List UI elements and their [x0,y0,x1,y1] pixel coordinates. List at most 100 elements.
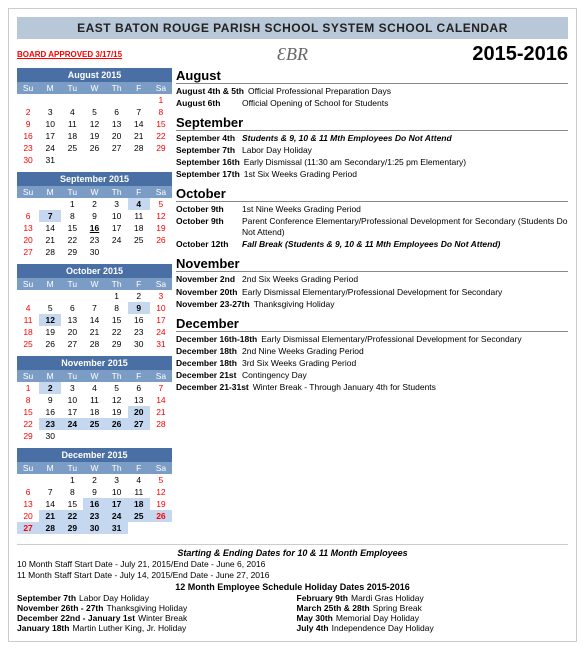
date-cell [128,246,150,258]
date-cell: 26 [106,418,128,430]
date-cell: 8 [17,394,39,406]
date-cell: 2 [83,198,105,210]
col-tu: Tu [61,462,83,474]
date-cell: 3 [39,106,61,118]
date-cell: 6 [106,106,128,118]
september-label: September [176,115,568,131]
staff-row-1: 10 Month Staff Start Date - July 21, 201… [17,559,568,569]
date-cell [61,430,83,442]
date-cell: 4 [128,474,150,486]
holiday-date: February 9th [297,593,349,603]
page-container: EAST BATON ROUGE PARISH SCHOOL SYSTEM SC… [8,8,577,642]
col-th: Th [106,186,128,198]
event-date: September 16th [176,157,240,168]
calendars-column: August 2015 Su M Tu W Th F Sa [17,68,172,540]
date-cell: 17 [106,222,128,234]
col-tu: Tu [61,370,83,382]
date-cell [128,522,150,534]
date-cell: 30 [83,522,105,534]
col-su: Su [17,278,39,290]
date-cell: 14 [39,498,61,510]
col-f: F [128,186,150,198]
date-cell: 2 [17,106,39,118]
october-header: October 2015 [17,264,172,278]
date-cell [106,154,128,166]
event-item: September 17th 1st Six Weeks Grading Per… [176,169,568,180]
date-cell: 28 [39,246,61,258]
date-cell: 2 [39,382,61,394]
date-cell: 9 [128,302,150,314]
event-desc: 1st Nine Weeks Grading Period [242,204,568,215]
date-cell: 22 [61,510,83,522]
holiday-name: Thanksgiving Holiday [106,603,187,613]
event-date: December 21-31st [176,382,249,393]
footer-section: Starting & Ending Dates for 10 & 11 Mont… [17,544,568,633]
date-cell [61,154,83,166]
event-item: November 2nd 2nd Six Weeks Grading Perio… [176,274,568,285]
december-label: December [176,316,568,332]
august-calendar: August 2015 Su M Tu W Th F Sa [17,68,172,166]
date-cell: 16 [128,314,150,326]
col-f: F [128,278,150,290]
header-row: BOARD APPROVED 3/17/15 ƐΒR 2015-2016 [17,43,568,66]
event-item: December 21-31st Winter Break - Through … [176,382,568,393]
date-cell: 8 [150,106,172,118]
date-cell: 18 [61,130,83,142]
date-cell: 24 [106,234,128,246]
date-cell [150,522,172,534]
event-date: August 6th [176,98,238,109]
date-cell: 7 [39,486,61,498]
date-cell: 22 [61,234,83,246]
date-cell [83,154,105,166]
event-date: September 7th [176,145,238,156]
september-table: Su M Tu W Th F Sa 1 2 3 4 [17,186,172,258]
date-cell: 27 [61,338,83,350]
event-desc: Winter Break - Through January 4th for S… [253,382,568,393]
date-cell: 19 [83,130,105,142]
holiday-name: Memorial Day Holiday [336,613,419,623]
event-date: September 4th [176,133,238,144]
date-cell: 15 [106,314,128,326]
holidays-title: 12 Month Employee Schedule Holiday Dates… [17,582,568,592]
events-column: August August 4th & 5th Official Profess… [176,68,568,540]
date-cell: 25 [83,418,105,430]
holiday-item: November 26th - 27th Thanksgiving Holida… [17,603,289,613]
date-cell: 26 [83,142,105,154]
date-cell: 17 [39,130,61,142]
event-date: October 9th [176,204,238,215]
event-desc: Labor Day Holiday [242,145,568,156]
col-w: W [83,278,105,290]
date-cell: 19 [106,406,128,418]
date-cell: 10 [150,302,172,314]
date-cell: 30 [39,430,61,442]
date-cell [83,430,105,442]
december-header: December 2015 [17,448,172,462]
date-cell: 15 [61,222,83,234]
date-cell: 13 [61,314,83,326]
august-table: Su M Tu W Th F Sa [17,82,172,166]
date-cell: 30 [128,338,150,350]
date-cell: 23 [83,234,105,246]
date-cell: 5 [83,106,105,118]
date-cell: 27 [128,418,150,430]
date-cell: 11 [17,314,39,326]
date-cell [106,246,128,258]
date-cell: 1 [61,474,83,486]
date-cell: 27 [106,142,128,154]
date-cell [17,474,39,486]
date-cell: 16 [83,222,105,234]
date-cell: 20 [106,130,128,142]
date-cell: 5 [150,198,172,210]
date-cell: 17 [61,406,83,418]
col-th: Th [106,370,128,382]
event-date: November 20th [176,287,238,298]
holiday-date: September 7th [17,593,76,603]
event-item: September 7th Labor Day Holiday [176,145,568,156]
holiday-date: March 25th & 28th [297,603,370,613]
date-cell: 19 [39,326,61,338]
col-w: W [83,186,105,198]
holiday-grid: September 7th Labor Day Holiday February… [17,593,568,633]
date-cell: 25 [128,510,150,522]
date-cell: 28 [150,418,172,430]
date-cell: 29 [106,338,128,350]
